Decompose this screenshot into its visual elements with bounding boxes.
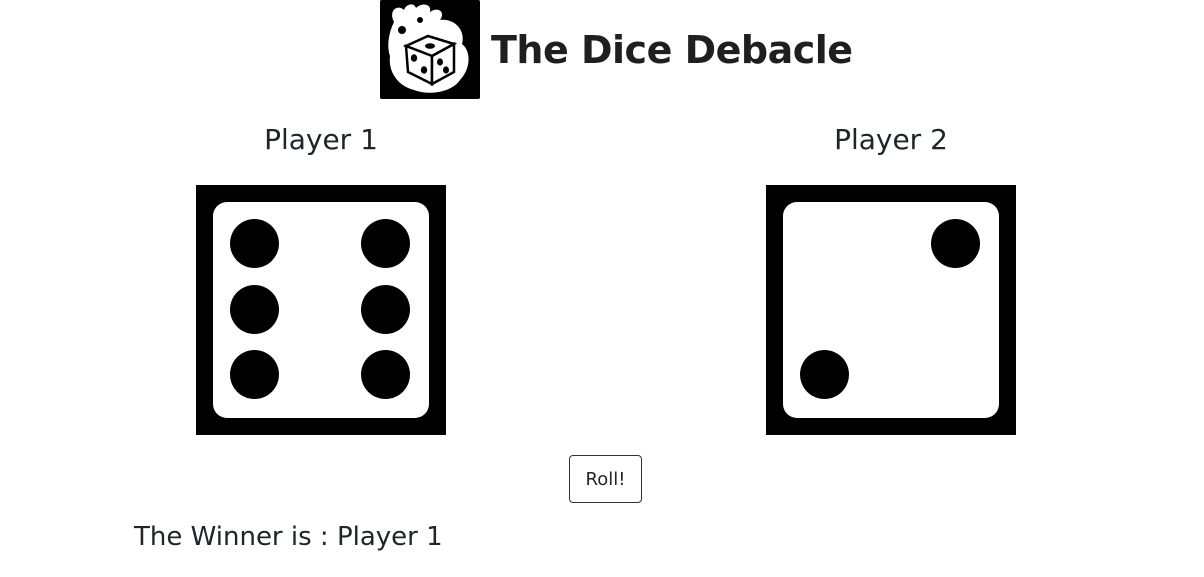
player-1-name: Player 1: [264, 123, 378, 156]
die-pip: [230, 350, 279, 399]
header: The Dice Debacle: [380, 0, 853, 99]
player-2-panel: Player 2: [766, 120, 1016, 435]
die-pip: [361, 285, 410, 334]
player-2-name: Player 2: [834, 123, 948, 156]
roll-button[interactable]: Roll!: [569, 455, 642, 503]
die-pip: [230, 219, 279, 268]
player-2-die: [766, 185, 1016, 435]
die-pip: [230, 285, 279, 334]
player-1-panel: Player 1: [196, 120, 446, 435]
page-title: The Dice Debacle: [491, 27, 853, 72]
die-face: [783, 202, 999, 418]
die-face: [213, 202, 429, 418]
die-pip: [361, 219, 410, 268]
player-1-die: [196, 185, 446, 435]
die-pip: [800, 350, 849, 399]
flaming-die-icon: [380, 0, 480, 99]
die-pip: [931, 219, 980, 268]
winner-text: The Winner is : Player 1: [134, 522, 443, 552]
die-pip: [361, 350, 410, 399]
